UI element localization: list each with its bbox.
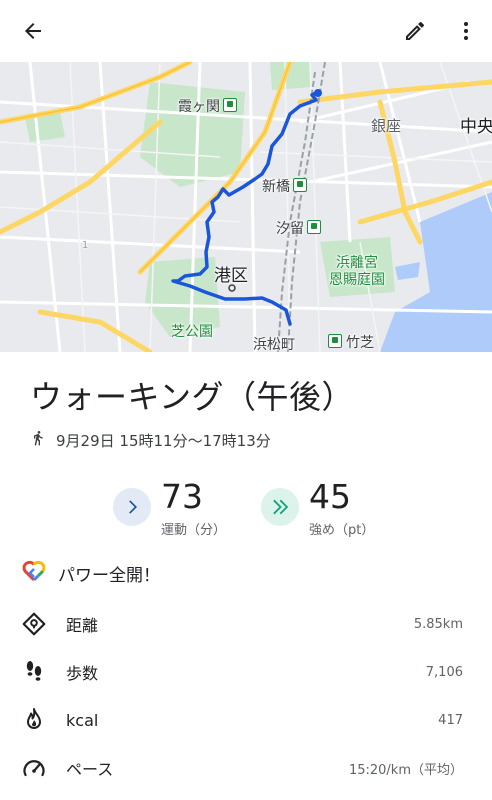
route-map[interactable]: 霞ヶ関 銀座 中央 新橋 汐留 浜離宮 恩賜庭園 港区 芝公園 浜松町 竹芝 1 [0, 62, 492, 352]
move-minutes-stat: 73 運動（分） [113, 478, 226, 538]
move-minutes-value: 73 [161, 477, 203, 516]
back-button[interactable] [10, 8, 56, 54]
arrow-back-icon [25, 23, 41, 39]
more-options-button[interactable] [443, 8, 489, 54]
speedometer-icon [20, 754, 48, 782]
move-minutes-label: 運動（分） [161, 523, 227, 538]
map-label-chuo: 中央 [460, 117, 492, 137]
chevron-right-icon [113, 488, 151, 526]
google-fit-heart-icon [22, 560, 46, 587]
more-vert-icon [464, 22, 468, 40]
map-label-shiodome: 汐留 [276, 218, 321, 238]
metric-row-distance[interactable]: 距離 5.85km [0, 600, 492, 648]
activity-datetime-row: 9月29日 15時11分～17時13分 [30, 428, 271, 452]
walking-icon [30, 430, 46, 450]
metric-row-calories[interactable]: kcal 417 [0, 696, 492, 744]
power-label: パワー全開！ [58, 565, 160, 586]
metric-name: kcal [66, 710, 99, 730]
map-label-takeshiba: 竹芝 [328, 332, 374, 352]
heart-points-stat: 45 強め（pt） [261, 478, 374, 538]
activity-title: ウォーキング（午後） [30, 378, 355, 416]
map-route-shield: 1 [82, 240, 89, 251]
map-canvas [0, 62, 492, 352]
map-label-onshi-teien: 恩賜庭園 [329, 272, 385, 288]
map-label-shiba-koen: 芝公園 [171, 324, 213, 340]
power-badge: パワー全開！ [22, 560, 160, 586]
metric-value: 15:20/km（平均） [348, 762, 463, 778]
map-label-hamamatsucho: 浜松町 [253, 337, 295, 352]
activity-datetime: 9月29日 15時11分～17時13分 [56, 431, 271, 450]
heart-points-label: 強め（pt） [309, 523, 375, 538]
double-chevron-icon [261, 488, 299, 526]
metric-value: 417 [438, 712, 463, 728]
flame-icon [20, 706, 48, 734]
location-diamond-icon [20, 610, 48, 638]
map-label-kasumigaseki: 霞ヶ関 [178, 96, 237, 116]
metric-row-steps[interactable]: 歩数 7,106 [0, 648, 492, 696]
map-label-ginza: 銀座 [371, 117, 402, 135]
metric-row-pace[interactable]: ペース 15:20/km（平均） [0, 744, 492, 792]
edit-button[interactable] [392, 8, 438, 54]
map-label-minato-ku: 港区 [214, 266, 248, 286]
route-start-marker [314, 89, 322, 97]
app-bar [0, 0, 492, 62]
map-label-shinbashi: 新橋 [262, 176, 307, 196]
metric-value: 7,106 [425, 664, 463, 680]
metric-name: ペース [66, 760, 114, 779]
metric-name: 歩数 [66, 664, 99, 683]
metric-value: 5.85km [413, 616, 463, 632]
metric-name: 距離 [66, 616, 99, 635]
footsteps-icon [20, 658, 48, 686]
pencil-icon [406, 21, 424, 40]
heart-points-value: 45 [309, 477, 351, 516]
